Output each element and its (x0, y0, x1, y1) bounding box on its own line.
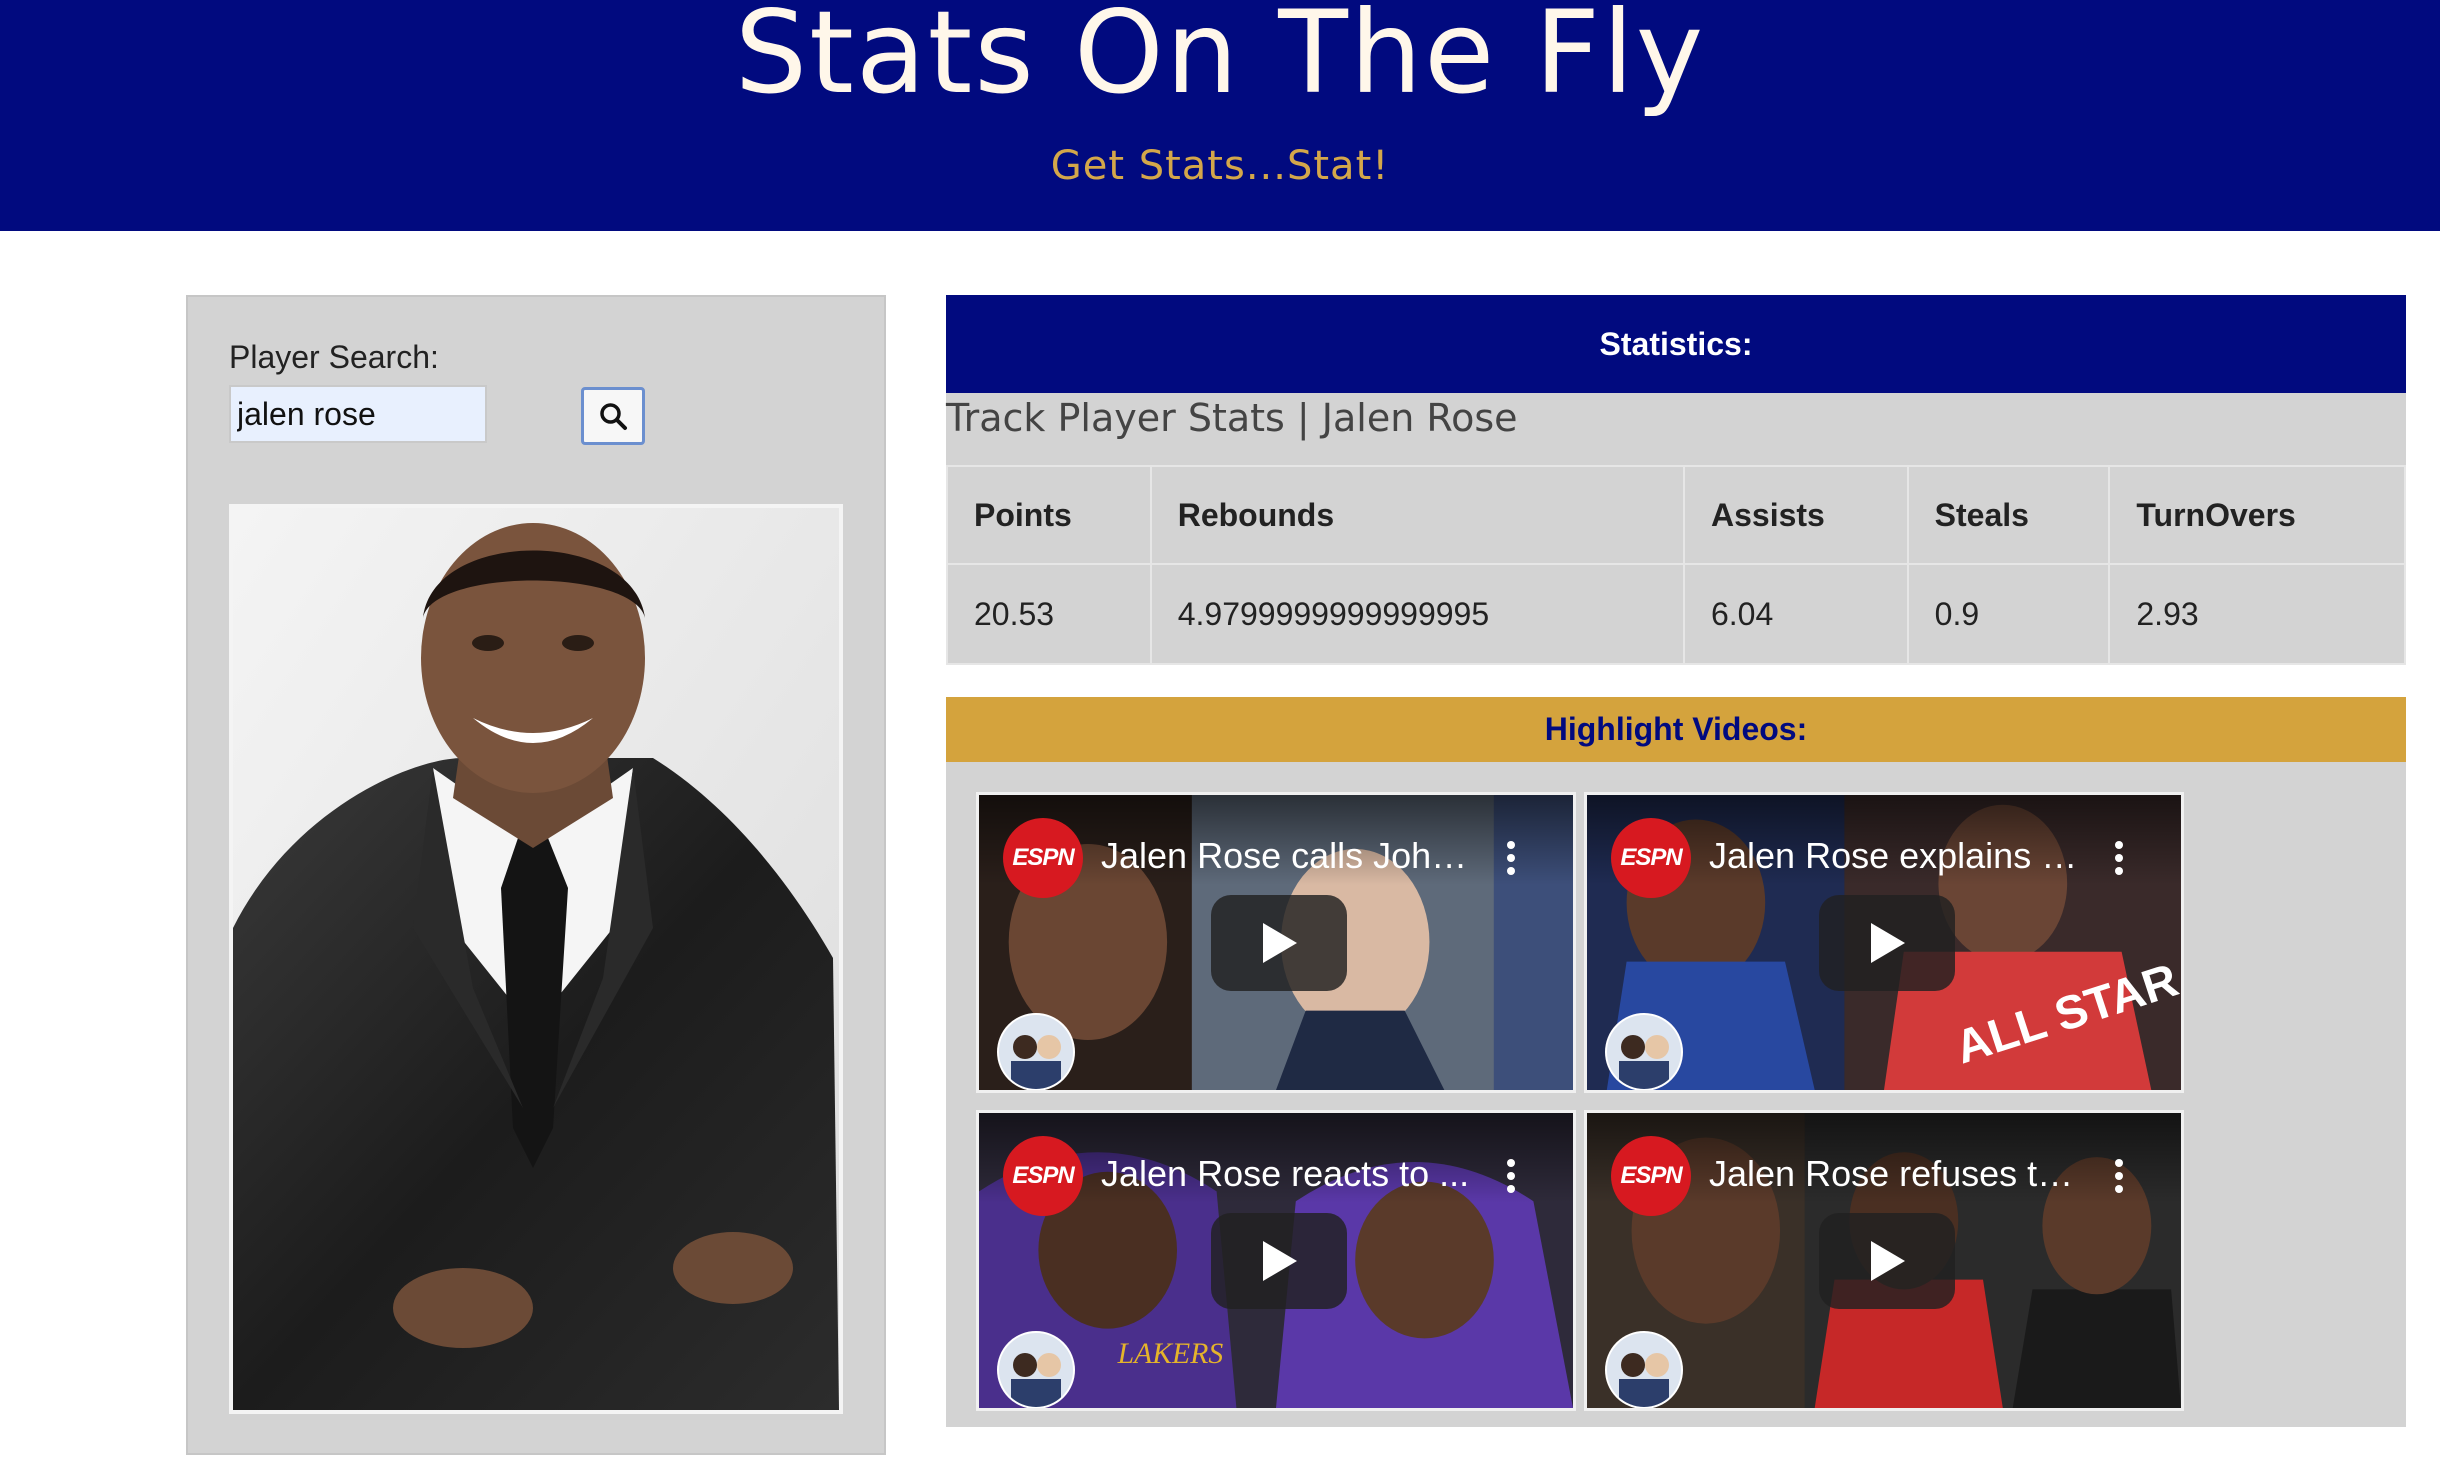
video-4[interactable]: ESPN Jalen Rose refuses to ... (1584, 1110, 2184, 1411)
more-options-icon[interactable] (2099, 1151, 2139, 1201)
video-3[interactable]: LAKERS ESPN Jalen Rose reacts to ... (976, 1110, 1576, 1411)
rebounds-value: 4.9799999999999995 (1149, 563, 1685, 665)
assists-value: 6.04 (1682, 563, 1909, 665)
statistics-header: Statistics: (946, 295, 2406, 393)
search-icon (600, 403, 627, 430)
column-header-assists: Assists (1682, 465, 1909, 565)
espn-logo-icon: ESPN (1611, 1136, 1691, 1216)
stats-header-row: Points Rebounds Assists Steals TurnOvers (946, 465, 2406, 565)
channel-avatar (997, 1331, 1075, 1408)
stats-value-row: 20.53 4.9799999999999995 6.04 0.9 2.93 (946, 563, 2406, 665)
site-header: Stats On The Fly Get Stats...Stat! (0, 0, 2440, 231)
play-button[interactable] (1819, 1213, 1955, 1309)
play-icon (1263, 1241, 1297, 1281)
site-title: Stats On The Fly (734, 0, 1706, 119)
channel-avatar (1605, 1331, 1683, 1408)
player-photo (229, 504, 843, 1414)
video-title[interactable]: Jalen Rose explains w... (1709, 835, 2089, 877)
video-1[interactable]: ESPN Jalen Rose calls John... (976, 792, 1576, 1093)
play-button[interactable] (1211, 1213, 1347, 1309)
turnovers-value: 2.93 (2108, 563, 2406, 665)
site-tagline: Get Stats...Stat! (1050, 143, 1390, 189)
highlights-header: Highlight Videos: (946, 697, 2406, 762)
column-header-steals: Steals (1906, 465, 2111, 565)
more-options-icon[interactable] (1491, 833, 1531, 883)
more-options-icon[interactable] (2099, 833, 2139, 883)
column-header-rebounds: Rebounds (1149, 465, 1685, 565)
play-button[interactable] (1819, 895, 1955, 991)
stats-table: Points Rebounds Assists Steals TurnOvers… (946, 465, 2406, 665)
svg-text:LAKERS: LAKERS (1117, 1338, 1224, 1370)
more-options-icon[interactable] (1491, 1151, 1531, 1201)
video-title[interactable]: Jalen Rose calls John... (1101, 835, 1481, 877)
channel-avatar (1605, 1013, 1683, 1090)
video-title[interactable]: Jalen Rose refuses to ... (1709, 1153, 2089, 1195)
play-button[interactable] (1211, 895, 1347, 991)
channel-avatar (997, 1013, 1075, 1090)
espn-logo-icon: ESPN (1611, 818, 1691, 898)
statistics-panel: Track Player Stats | Jalen Rose Points R… (946, 393, 2406, 665)
espn-logo-icon: ESPN (1003, 1136, 1083, 1216)
play-icon (1263, 923, 1297, 963)
highlights-panel: ESPN Jalen Rose calls John... ALL STAR E… (946, 762, 2406, 1427)
play-icon (1871, 1241, 1905, 1281)
column-header-turnovers: TurnOvers (2108, 465, 2406, 565)
espn-logo-icon: ESPN (1003, 818, 1083, 898)
search-input[interactable] (229, 385, 487, 443)
search-button[interactable] (581, 387, 645, 445)
track-player-title: Track Player Stats | Jalen Rose (946, 396, 1518, 440)
play-icon (1871, 923, 1905, 963)
search-label: Player Search: (229, 339, 439, 375)
video-2[interactable]: ALL STAR ESPN Jalen Rose explains w... (1584, 792, 2184, 1093)
video-title[interactable]: Jalen Rose reacts to ... (1101, 1153, 1481, 1195)
column-header-points: Points (946, 465, 1152, 565)
player-panel: Player Search: (186, 295, 886, 1455)
points-value: 20.53 (946, 563, 1152, 665)
steals-value: 0.9 (1906, 563, 2111, 665)
